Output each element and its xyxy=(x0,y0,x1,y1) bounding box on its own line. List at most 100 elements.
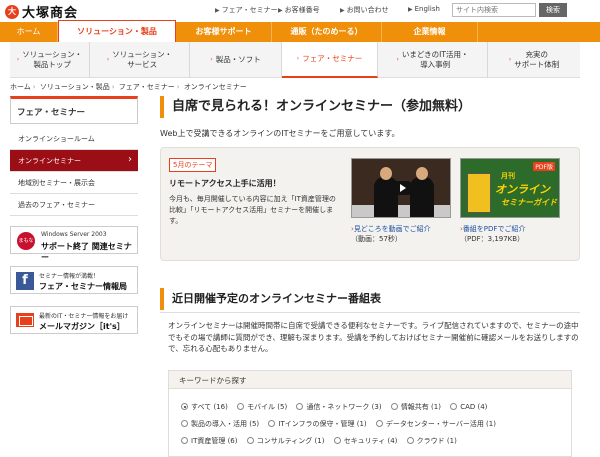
schedule-title: 近日開催予定のオンラインセミナー番組表 xyxy=(160,288,580,310)
video-link[interactable]: ›見どころを動画でご紹介 （動画：57秒） xyxy=(351,224,431,244)
radio-checked-icon xyxy=(181,403,188,410)
util-link-customer-number[interactable]: ▶ お客様番号 xyxy=(278,5,320,15)
facebook-icon: f xyxy=(16,272,34,290)
sidebar-item-online-seminar[interactable]: オンラインセミナー xyxy=(10,150,138,172)
banner-big-text: メールマガジン［it's］ xyxy=(39,322,125,331)
radio-icon xyxy=(268,420,276,427)
util-link-english[interactable]: ▶ English xyxy=(408,5,440,13)
subnav-case-studies[interactable]: › いまどきのIT活用・ 導入事例 xyxy=(378,42,488,78)
keyword-option-cloud[interactable]: クラウド (1) xyxy=(406,437,457,445)
radio-icon xyxy=(406,437,414,444)
sidebar-item-past[interactable]: 過去のフェア・セミナー xyxy=(10,194,138,216)
page-title: 自席で見られる！オンラインセミナー（参加無料） xyxy=(160,96,580,118)
banner-small-text: Windows Server 2003 xyxy=(41,231,107,238)
breadcrumb-solutions[interactable]: ソリューション・製品 xyxy=(40,83,110,91)
banner-small-text: 最新のIT・セミナー情報をお届け xyxy=(39,313,129,320)
radio-icon xyxy=(181,437,188,444)
guide-cover-image xyxy=(467,173,491,213)
keyword-row: IT資産管理 (6) コンサルティング (1) セキュリティ (4) クラウド … xyxy=(181,436,464,446)
radio-icon xyxy=(296,403,304,410)
arrow-icon: ▶ xyxy=(408,6,413,13)
search-input[interactable] xyxy=(452,3,536,17)
breadcrumb-separator: › xyxy=(176,83,180,91)
month-theme-tag: 5月のテーマ xyxy=(169,158,217,172)
breadcrumb-home[interactable]: ホーム xyxy=(10,83,31,91)
keyword-row: すべて (16) モバイル (5) 通信・ネットワーク (3) 情報共有 (1)… xyxy=(181,402,494,412)
brand-mark-icon: 大 xyxy=(5,4,19,19)
schedule-description: オンラインセミナーは開催時間帯に自席で受講できる便利なセミナーです。ライブ配信さ… xyxy=(168,321,579,354)
desk-shape xyxy=(352,205,450,217)
keyword-option-datacenter[interactable]: データセンター・サーバー活用 (1) xyxy=(375,420,496,428)
banner-windows-server[interactable]: まもなく Windows Server 2003 サポート終了 関連セミナー xyxy=(10,226,138,262)
gnav-company[interactable]: 企業情報 xyxy=(382,22,478,42)
keyword-option-mobile[interactable]: モバイル (5) xyxy=(237,403,287,411)
keyword-option-security[interactable]: セキュリティ (4) xyxy=(333,437,397,445)
play-icon xyxy=(393,181,411,195)
util-link-contact[interactable]: ▶ お問い合わせ xyxy=(340,5,389,15)
pdf-meta: （PDF：3,197KB） xyxy=(460,235,525,244)
radio-icon xyxy=(333,437,341,444)
keyword-option-cad[interactable]: CAD (4) xyxy=(450,403,487,411)
breadcrumb: ホーム › ソリューション・製品 › フェア・セミナー › オンラインセミナー xyxy=(10,82,247,92)
radio-icon xyxy=(237,403,245,410)
pdf-thumbnail[interactable]: PDF版 月刊 オンライン セミナーガイド xyxy=(460,158,560,218)
feature-description: 今月も、毎月開催している内容に加え「IT資産管理の比較」「リモートアクセス活用」… xyxy=(169,195,336,225)
keyword-row: 製品の導入・活用 (5) ITインフラの保守・管理 (1) データセンター・サー… xyxy=(181,419,503,429)
global-nav: ホーム ソリューション・製品 お客様サポート 通販（たのめーる） 企業情報 xyxy=(0,20,600,42)
gnav-support[interactable]: お客様サポート xyxy=(176,22,272,42)
chevron-right-icon: › xyxy=(296,54,300,62)
presenter-figure xyxy=(410,167,434,217)
video-meta: （動画：57秒） xyxy=(351,235,402,244)
arrow-icon: ▶ xyxy=(215,7,220,14)
arrow-icon: ▶ xyxy=(340,7,345,14)
subnav-solutions-top[interactable]: › ソリューション・ 製品トップ xyxy=(10,42,90,78)
util-link-fair[interactable]: ▶ フェア・セミナー xyxy=(215,5,278,15)
chevron-right-icon: › xyxy=(210,55,213,63)
radio-icon xyxy=(375,420,383,427)
arrow-icon: ▶ xyxy=(278,7,283,14)
subnav-fair-seminar[interactable]: › フェア・セミナー xyxy=(282,42,378,78)
search-button[interactable]: 検索 xyxy=(539,3,567,17)
keyword-option-network[interactable]: 通信・ネットワーク (3) xyxy=(296,403,382,411)
divider xyxy=(160,312,580,313)
breadcrumb-current: オンラインセミナー xyxy=(183,83,247,91)
banner-mail-magazine[interactable]: 最新のIT・セミナー情報をお届け メールマガジン［it's］ xyxy=(10,306,138,334)
top-bar: 大 大塚商会 ▶ フェア・セミナー ▶ お客様番号 ▶ お問い合わせ ▶ English… xyxy=(0,0,600,21)
keyword-option-deployment[interactable]: 製品の導入・活用 (5) xyxy=(181,420,259,428)
gnav-solutions[interactable]: ソリューション・製品 xyxy=(58,20,176,42)
chevron-right-icon: › xyxy=(508,55,512,63)
feature-title: リモートアクセス上手に活用！ xyxy=(169,179,281,188)
keyword-option-all[interactable]: すべて (16) xyxy=(181,403,228,411)
keyword-option-infra[interactable]: ITインフラの保守・管理 (1) xyxy=(268,420,367,428)
banner-facebook[interactable]: f セミナー情報が満載！ フェア・セミナー情報局 xyxy=(10,266,138,294)
subnav-support-system[interactable]: › 充実の サポート体制 xyxy=(488,42,580,78)
pdf-thumb-line2: オンライン xyxy=(495,183,550,196)
pdf-link[interactable]: ›番組をPDFでご紹介 （PDF：3,197KB） xyxy=(460,224,525,244)
radio-icon xyxy=(246,437,254,444)
keyword-option-it-asset[interactable]: IT資産管理 (6) xyxy=(181,437,237,445)
banner-big-text: フェア・セミナー情報局 xyxy=(39,282,127,291)
pdf-tag: PDF版 xyxy=(533,162,555,171)
subnav-services[interactable]: › ソリューション・ サービス xyxy=(90,42,190,78)
sidebar-item-regional[interactable]: 地域別セミナー・展示会 xyxy=(10,172,138,194)
brand-logo[interactable]: 大 大塚商会 xyxy=(5,2,78,21)
subnav-products[interactable]: › 製品・ソフト xyxy=(190,42,282,78)
banner-big-text: サポート終了 関連セミナー xyxy=(41,242,132,262)
video-thumbnail[interactable] xyxy=(351,158,451,218)
keyword-filter-heading: キーワードから探す xyxy=(169,371,571,389)
sidebar-item-online-showroom[interactable]: オンラインショールーム xyxy=(10,128,138,150)
pdf-thumb-line1: 月刊 xyxy=(501,172,515,180)
radio-icon xyxy=(181,420,188,427)
gnav-tanomeru[interactable]: 通販（たのめーる） xyxy=(272,22,382,42)
brand-name: 大塚商会 xyxy=(22,6,79,21)
chevron-right-icon: › xyxy=(106,55,110,63)
keyword-option-sharing[interactable]: 情報共有 (1) xyxy=(390,403,441,411)
keyword-filter-box: キーワードから探す すべて (16) モバイル (5) 通信・ネットワーク (3… xyxy=(168,370,572,457)
gnav-home[interactable]: ホーム xyxy=(0,22,58,42)
keyword-option-consulting[interactable]: コンサルティング (1) xyxy=(246,437,324,445)
breadcrumb-separator: › xyxy=(111,83,115,91)
radio-icon xyxy=(390,403,398,410)
pdf-thumb-line3: セミナーガイド xyxy=(501,198,557,207)
feature-panel: 5月のテーマ リモートアクセス上手に活用！ 今月も、毎月開催している内容に加え「… xyxy=(160,147,580,261)
breadcrumb-fair[interactable]: フェア・セミナー xyxy=(119,83,175,91)
